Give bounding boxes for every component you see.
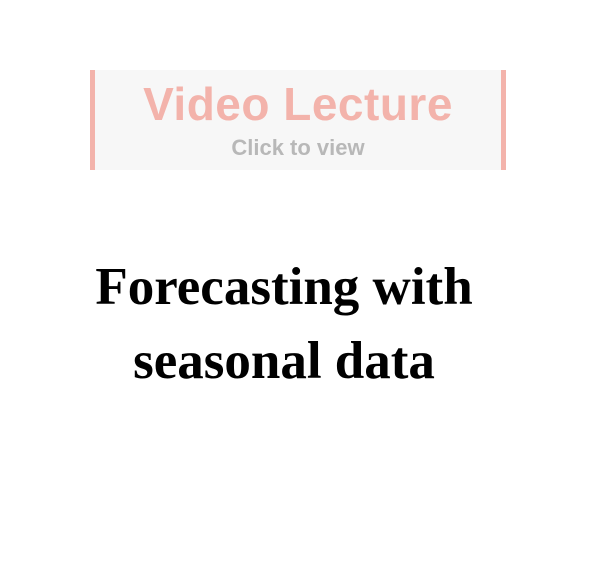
banner-right-border [501, 70, 506, 170]
video-lecture-link[interactable]: Video Lecture Click to view [90, 70, 506, 170]
video-lecture-title: Video Lecture [143, 78, 453, 130]
lecture-title-line-1: Forecasting with [95, 258, 473, 316]
click-to-view-label: Click to view [231, 135, 365, 160]
lecture-title-line-2: seasonal data [133, 332, 435, 390]
